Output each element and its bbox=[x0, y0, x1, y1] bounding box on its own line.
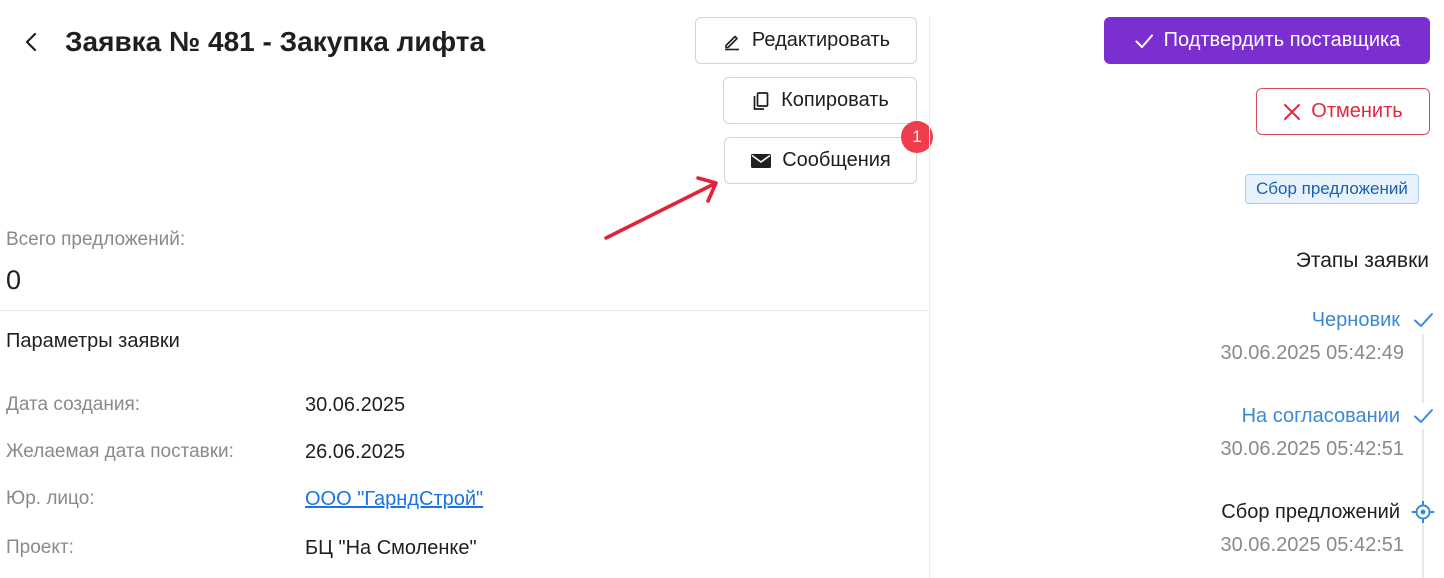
stage-draft-time: 30.06.2025 05:42:49 bbox=[1220, 342, 1404, 364]
panel-divider bbox=[929, 17, 930, 578]
copy-icon bbox=[753, 91, 769, 110]
stage-approval-time: 30.06.2025 05:42:51 bbox=[1220, 438, 1404, 460]
project-label: Проект: bbox=[6, 537, 74, 558]
back-button[interactable] bbox=[14, 24, 50, 60]
confirm-supplier-button[interactable]: Подтвердить поставщика bbox=[1104, 17, 1430, 64]
envelope-icon bbox=[751, 153, 772, 168]
stage-offers-time: 30.06.2025 05:42:51 bbox=[1220, 534, 1404, 556]
cancel-button[interactable]: Отменить bbox=[1256, 88, 1430, 135]
target-icon bbox=[1410, 499, 1436, 525]
edit-button-label: Редактировать bbox=[751, 29, 891, 51]
total-offers-value: 0 bbox=[6, 265, 22, 295]
params-section-title: Параметры заявки bbox=[6, 330, 180, 352]
check-icon bbox=[1135, 34, 1153, 48]
project-value: БЦ "На Смоленке" bbox=[305, 537, 477, 559]
annotation-arrow bbox=[604, 176, 718, 240]
close-icon bbox=[1284, 103, 1301, 120]
copy-button[interactable]: Копировать bbox=[723, 77, 917, 124]
edit-button[interactable]: Редактировать bbox=[695, 17, 917, 64]
status-badge: Сбор предложений bbox=[1245, 174, 1419, 204]
pencil-icon bbox=[724, 35, 739, 50]
confirm-supplier-label: Подтвердить поставщика bbox=[1163, 29, 1401, 51]
messages-button-label: Сообщения bbox=[782, 149, 891, 171]
messages-button[interactable]: Сообщения bbox=[724, 137, 917, 184]
legal-entity-label: Юр. лицо: bbox=[6, 488, 95, 509]
timeline-line bbox=[1422, 334, 1424, 578]
check-icon bbox=[1410, 307, 1436, 333]
cancel-button-label: Отменить bbox=[1311, 100, 1403, 122]
total-offers-label: Всего предложений: bbox=[6, 229, 186, 250]
delivery-date-value: 26.06.2025 bbox=[305, 441, 406, 463]
creation-date-label: Дата создания: bbox=[6, 394, 141, 415]
delivery-date-label: Желаемая дата поставки: bbox=[6, 441, 234, 462]
creation-date-value: 30.06.2025 bbox=[305, 394, 406, 416]
check-icon bbox=[1410, 403, 1436, 429]
stage-approval-name: На согласовании bbox=[1241, 405, 1400, 427]
section-divider bbox=[0, 310, 929, 311]
stages-title: Этапы заявки bbox=[1295, 249, 1429, 272]
page-title: Заявка № 481 - Закупка лифта bbox=[65, 26, 486, 57]
copy-button-label: Копировать bbox=[781, 89, 889, 111]
stage-draft-name: Черновик bbox=[1311, 309, 1400, 331]
stage-offers-name: Сбор предложений bbox=[1221, 501, 1400, 523]
chevron-left-icon bbox=[25, 32, 37, 52]
legal-entity-link[interactable]: ООО "ГарндСтрой" bbox=[305, 487, 483, 511]
